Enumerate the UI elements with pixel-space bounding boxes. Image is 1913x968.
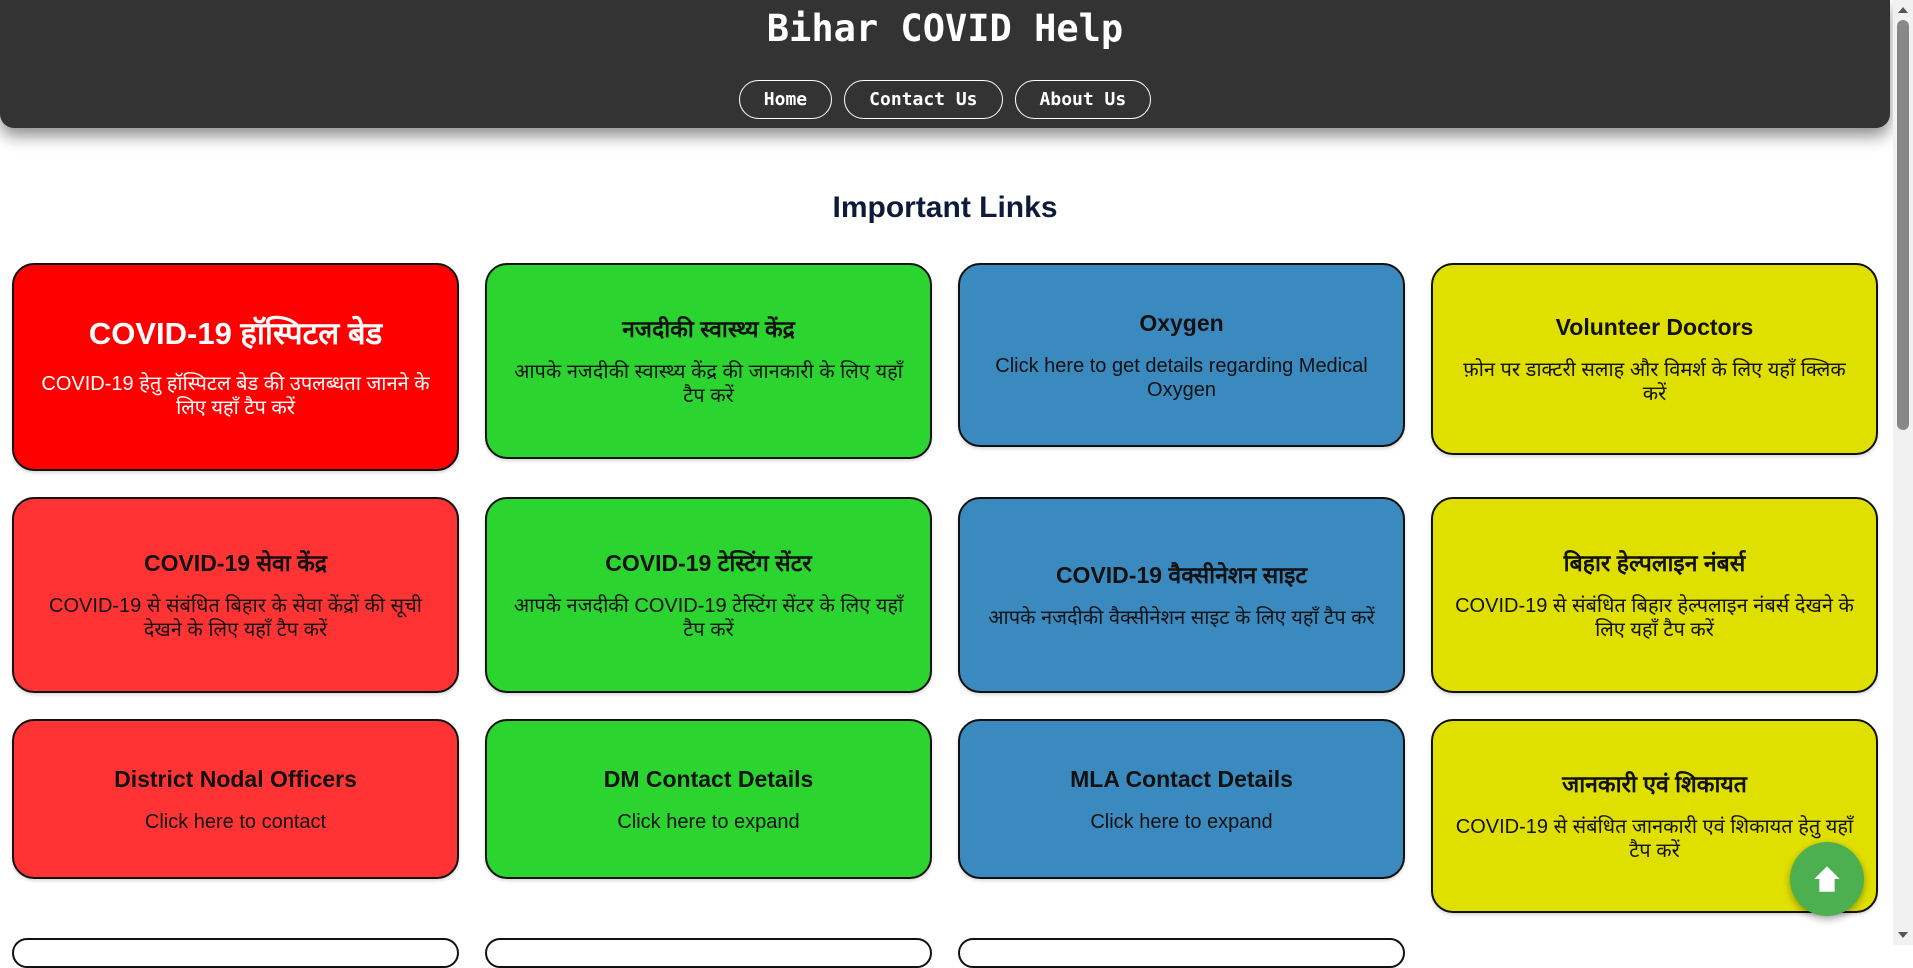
card-description: फ़ोन पर डाक्टरी सलाह और विमर्श के लिए यह… [1463,359,1846,405]
arrow-up-icon [1814,866,1840,892]
card-title: जानकारी एवं शिकायत [1562,771,1747,797]
card-mla-contact-details[interactable]: MLA Contact Details Click here to expand [958,719,1405,879]
card-oxygen[interactable]: Oxygen Click here to get details regardi… [958,263,1405,447]
card-partial[interactable] [485,938,932,968]
card-partial[interactable] [958,938,1405,968]
back-to-top-button[interactable] [1790,842,1864,916]
card-title: Volunteer Doctors [1555,314,1754,340]
nav-home-button[interactable]: Home [738,80,833,119]
card-title: बिहार हेल्पलाइन नंबर्स [1563,550,1746,576]
card-description: Click here to get details regarding Medi… [995,355,1368,401]
scrollbar-thumb[interactable] [1897,20,1909,430]
card-partial[interactable] [12,938,459,968]
card-testing-centre[interactable]: COVID-19 टेस्टिंग सेंटर आपके नजदीकी COVI… [485,497,932,693]
card-description: आपके नजदीकी COVID-19 टेस्टिंग सेंटर के ल… [513,595,904,641]
page-scrollbar[interactable] [1893,0,1913,945]
card-title: DM Contact Details [603,766,814,792]
card-description: Click here to contact [144,811,327,833]
main-nav: Home Contact Us About Us [0,80,1890,119]
nav-contact-button[interactable]: Contact Us [844,80,1003,119]
card-title: COVID-19 टेस्टिंग सेंटर [605,550,812,576]
card-health-centre[interactable]: नजदीकी स्वास्थ्य केंद्र आपके नजदीकी स्वा… [485,263,932,459]
card-helpline-numbers[interactable]: बिहार हेल्पलाइन नंबर्स COVID-19 से संबंध… [1431,497,1878,693]
card-description: COVID-19 से संबंधित बिहार के सेवा केंद्र… [49,595,422,641]
card-title: MLA Contact Details [1070,766,1293,792]
card-description: आपके नजदीकी वैक्सीनेशन साइट के लिए यहाँ … [988,607,1375,629]
card-seva-kendra[interactable]: COVID-19 सेवा केंद्र COVID-19 से संबंधित… [12,497,459,693]
site-header: Bihar COVID Help Home Contact Us About U… [0,0,1890,128]
nav-about-button[interactable]: About Us [1014,80,1152,119]
section-title: Important Links [832,191,1058,224]
card-district-nodal-officers[interactable]: District Nodal Officers Click here to co… [12,719,459,879]
card-description: COVID-19 हेतु हॉस्पिटल बेड की उपलब्धता ज… [41,373,430,419]
card-title: Oxygen [1139,310,1224,336]
card-dm-contact-details[interactable]: DM Contact Details Click here to expand [485,719,932,879]
card-title: COVID-19 हॉस्पिटल बेड [88,316,383,351]
card-description: Click here to expand [1090,811,1273,833]
card-hospital-beds[interactable]: COVID-19 हॉस्पिटल बेड COVID-19 हेतु हॉस्… [12,263,459,471]
card-title: District Nodal Officers [114,766,357,792]
card-title: COVID-19 सेवा केंद्र [143,550,328,576]
card-description: COVID-19 से संबंधित बिहार हेल्पलाइन नंबर… [1455,595,1854,641]
card-description: COVID-19 से संबंधित जानकारी एवं शिकायत ह… [1455,816,1854,862]
card-description: Click here to expand [617,811,800,833]
card-description: आपके नजदीकी स्वास्थ्य केंद्र की जानकारी … [514,361,903,407]
scroll-up-arrow-icon[interactable] [1898,7,1908,13]
site-title: Bihar COVID Help [766,7,1124,50]
scroll-down-arrow-icon[interactable] [1898,932,1908,938]
card-title: नजदीकी स्वास्थ्य केंद्र [622,316,795,342]
card-vaccination-site[interactable]: COVID-19 वैक्सीनेशन साइट आपके नजदीकी वैक… [958,497,1405,693]
card-volunteer-doctors[interactable]: Volunteer Doctors फ़ोन पर डाक्टरी सलाह औ… [1431,263,1878,455]
card-title: COVID-19 वैक्सीनेशन साइट [1055,562,1308,588]
